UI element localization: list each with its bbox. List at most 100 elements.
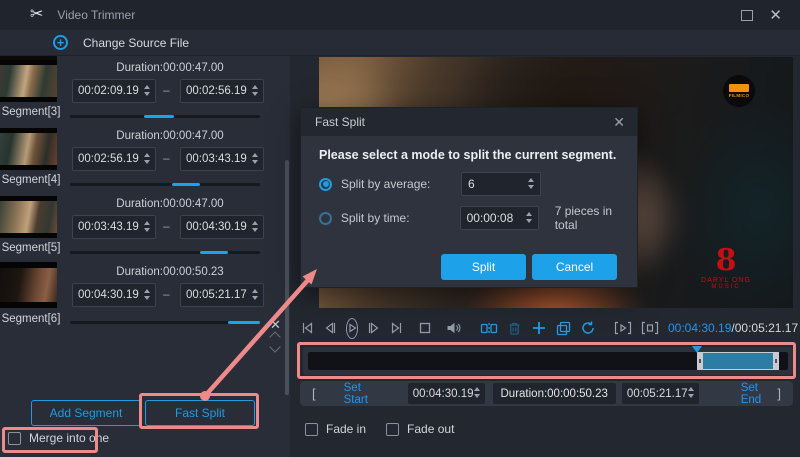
trim-settings-bar: [ Set Start 00:04:30.19 Duration:00:00:5… [300, 381, 793, 406]
segment-list-scrollbar[interactable] [285, 160, 289, 395]
segment-start-input[interactable]: 00:02:09.19 [72, 79, 156, 103]
segment-end-input[interactable]: 00:02:56.19 [180, 79, 264, 103]
segment-duration: Duration:00:00:47.00 [70, 62, 270, 74]
timeline-selection[interactable] [697, 352, 780, 370]
checkbox-icon[interactable] [386, 423, 399, 436]
segment-row-3[interactable]: Segment[3] Duration:00:00:47.00 00:02:09… [0, 57, 290, 125]
music-label-logo: 8 DARYL ONG MUSIC [701, 247, 751, 290]
segment-thumbnail[interactable] [0, 196, 57, 238]
segment-label: Segment[5] [0, 242, 62, 254]
stop-icon[interactable] [419, 322, 431, 334]
segment-start-input[interactable]: 00:02:56.19 [72, 147, 156, 171]
stop-segment-icon[interactable] [641, 321, 659, 335]
split-confirm-button[interactable]: Split [441, 254, 526, 280]
checkbox-icon[interactable] [8, 432, 21, 445]
time-spinner[interactable] [688, 386, 694, 401]
fade-out-checkbox[interactable]: Fade out [386, 422, 454, 436]
checkbox-icon[interactable] [305, 423, 318, 436]
step-forward-icon[interactable] [367, 321, 381, 335]
split-by-average-row: Split by average: 6 [319, 172, 541, 196]
playback-time: 00:04:30.19/00:05:21.17 [668, 321, 798, 335]
trim-start-input[interactable]: 00:04:30.19 [408, 383, 485, 404]
segment-thumbnail[interactable] [0, 128, 57, 170]
add-segment-button[interactable]: Add Segment [31, 400, 141, 426]
toolbar: + Change Source File [0, 30, 800, 56]
segment-duration: Duration:00:00:47.00 [70, 198, 270, 210]
split-by-time-row: Split by time: 00:00:08 7 pieces in tota… [319, 204, 637, 232]
skip-to-end-icon[interactable] [390, 321, 404, 335]
close-button[interactable]: ✕ [769, 8, 782, 23]
time-spinner[interactable] [526, 211, 532, 226]
segment-label: Segment[4] [0, 174, 62, 186]
time-spinner[interactable] [252, 220, 258, 235]
time-spinner[interactable] [144, 84, 150, 99]
segment-row-6[interactable]: Segment[6] Duration:00:00:50.23 00:04:30… [0, 261, 290, 336]
cancel-button[interactable]: Cancel [532, 254, 617, 280]
copy-segment-icon[interactable] [556, 321, 571, 336]
timeline-track[interactable] [308, 352, 788, 370]
trim-end-handle[interactable] [773, 353, 778, 369]
set-start-button[interactable]: Set Start [344, 382, 384, 406]
scissors-icon: ✂ [30, 7, 43, 23]
split-by-average-radio[interactable] [319, 178, 332, 191]
fast-split-button[interactable]: Fast Split [145, 400, 255, 426]
trim-duration: Duration:00:00:50.23 [493, 383, 616, 404]
maximize-button[interactable] [741, 10, 753, 21]
segment-start-input[interactable]: 00:03:43.19 [72, 215, 156, 239]
reset-icon[interactable] [580, 320, 596, 336]
average-count-input[interactable]: 6 [461, 172, 541, 196]
dialog-close-icon[interactable]: ✕ [613, 114, 625, 131]
volume-icon[interactable] [446, 321, 462, 335]
time-spinner[interactable] [144, 220, 150, 235]
timeline[interactable] [303, 347, 793, 375]
fade-in-checkbox[interactable]: Fade in [305, 422, 366, 436]
change-source-file-button[interactable]: Change Source File [83, 36, 189, 50]
segment-end-input[interactable]: 00:04:30.19 [180, 215, 264, 239]
set-end-button[interactable]: Set End [741, 382, 778, 406]
segment-start-input[interactable]: 00:04:30.19 [72, 283, 156, 307]
segment-row-4[interactable]: Segment[4] Duration:00:00:47.00 00:02:56… [0, 125, 290, 193]
segment-thumbnail[interactable] [0, 262, 57, 308]
play-segment-icon[interactable] [614, 321, 632, 335]
scroll-up-icon[interactable] [271, 333, 283, 341]
window-title: Video Trimmer [57, 8, 135, 22]
time-spinner[interactable] [252, 288, 258, 303]
time-length-input[interactable]: 00:00:08 [460, 206, 539, 230]
segment-row-5[interactable]: Segment[5] Duration:00:00:47.00 00:03:43… [0, 193, 290, 261]
delete-segment-icon[interactable] [507, 321, 522, 336]
time-spinner[interactable] [252, 84, 258, 99]
split-segment-icon[interactable] [480, 321, 498, 336]
time-spinner[interactable] [474, 386, 480, 401]
segment-end-input[interactable]: 00:03:43.19 [180, 147, 264, 171]
remove-segment-icon[interactable]: ✕ [270, 317, 281, 333]
segment-position-slider[interactable] [70, 115, 260, 118]
scroll-down-icon[interactable] [271, 343, 283, 351]
time-spinner[interactable] [144, 288, 150, 303]
time-spinner[interactable] [144, 152, 150, 167]
title-bar: ✂ Video Trimmer ✕ [0, 0, 800, 30]
split-by-time-radio[interactable] [319, 212, 332, 225]
segment-thumbnail[interactable] [0, 60, 57, 102]
plus-circle-icon: + [53, 35, 68, 50]
time-spinner[interactable] [252, 152, 258, 167]
trim-end-input[interactable]: 00:05:21.17 [622, 383, 699, 404]
step-back-icon[interactable] [323, 321, 337, 335]
bracket-right: ] [777, 386, 781, 401]
range-dash: – [163, 151, 170, 165]
segment-list-panel: Segment[3] Duration:00:00:47.00 00:02:09… [0, 56, 290, 457]
dialog-header: Fast Split ✕ [301, 108, 637, 136]
segment-end-input[interactable]: 00:05:21.17 [180, 283, 264, 307]
playhead-marker[interactable] [692, 346, 702, 358]
add-segment-icon[interactable] [531, 320, 547, 336]
range-dash: – [163, 219, 170, 233]
segment-position-slider[interactable] [70, 251, 260, 254]
fast-split-dialog: Fast Split ✕ Please select a mode to spl… [300, 107, 638, 288]
merge-into-one-checkbox[interactable]: Merge into one [8, 431, 109, 445]
skip-to-start-icon[interactable] [300, 321, 314, 335]
segment-position-slider[interactable] [70, 321, 260, 324]
bracket-left: [ [312, 386, 316, 401]
segment-position-slider[interactable] [70, 183, 260, 186]
play-icon[interactable] [346, 318, 358, 339]
dialog-message: Please select a mode to split the curren… [319, 148, 616, 162]
number-spinner[interactable] [528, 177, 534, 192]
